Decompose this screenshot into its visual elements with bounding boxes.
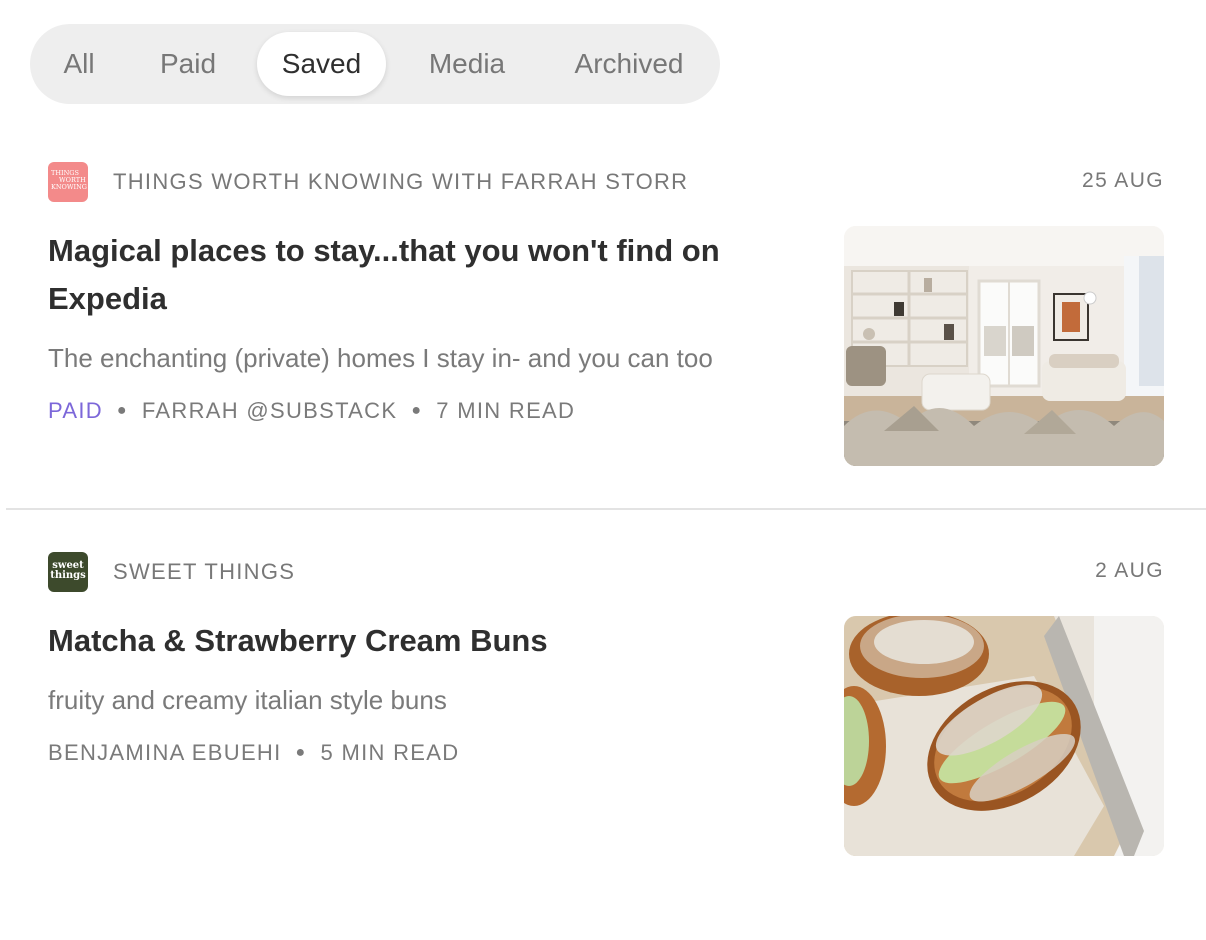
logo-text: things [50,570,86,581]
publication-name[interactable]: THINGS WORTH KNOWING WITH FARRAH STORR [113,169,688,195]
matcha-buns-image [844,616,1164,856]
post-meta: PAID ● FARRAH @SUBSTACK ● 7 MIN READ [48,398,575,424]
read-time: 7 MIN READ [436,398,576,423]
post-subtitle: The enchanting (private) homes I stay in… [48,343,713,373]
logo-text: KNOWING [51,183,88,191]
post-subtitle: fruity and creamy italian style buns [48,685,447,715]
tab-archived[interactable]: Archived [558,32,700,96]
publication-logo[interactable]: THINGS WORTH KNOWING [48,162,88,202]
post-thumbnail[interactable] [844,616,1164,856]
post-title[interactable]: Magical places to stay...that you won't … [48,227,788,323]
post-divider [6,508,1206,510]
post-date: 25 AUG [1082,169,1164,192]
tab-saved[interactable]: Saved [257,32,386,96]
tab-media[interactable]: Media [412,32,522,96]
living-room-image [844,226,1164,466]
read-time: 5 MIN READ [320,740,460,765]
publication-row: sweet things SWEET THINGS 2 AUG [48,552,1164,592]
filter-tabs: All Paid Saved Media Archived [30,24,720,104]
tab-paid[interactable]: Paid [142,32,234,96]
separator-dot: ● [411,402,423,419]
separator-dot: ● [295,744,307,761]
post-date: 2 AUG [1095,559,1164,582]
post-thumbnail[interactable] [844,226,1164,466]
post-title[interactable]: Matcha & Strawberry Cream Buns [48,617,788,665]
separator-dot: ● [116,402,128,419]
publication-name[interactable]: SWEET THINGS [113,559,295,585]
post-author[interactable]: BENJAMINA EBUEHI [48,740,282,765]
publication-row: THINGS WORTH KNOWING THINGS WORTH KNOWIN… [48,162,1164,202]
post-meta: BENJAMINA EBUEHI ● 5 MIN READ [48,740,459,766]
post-author[interactable]: FARRAH @SUBSTACK [142,398,397,423]
publication-logo[interactable]: sweet things [48,552,88,592]
tab-all[interactable]: All [42,32,116,96]
paid-badge: PAID [48,398,103,423]
